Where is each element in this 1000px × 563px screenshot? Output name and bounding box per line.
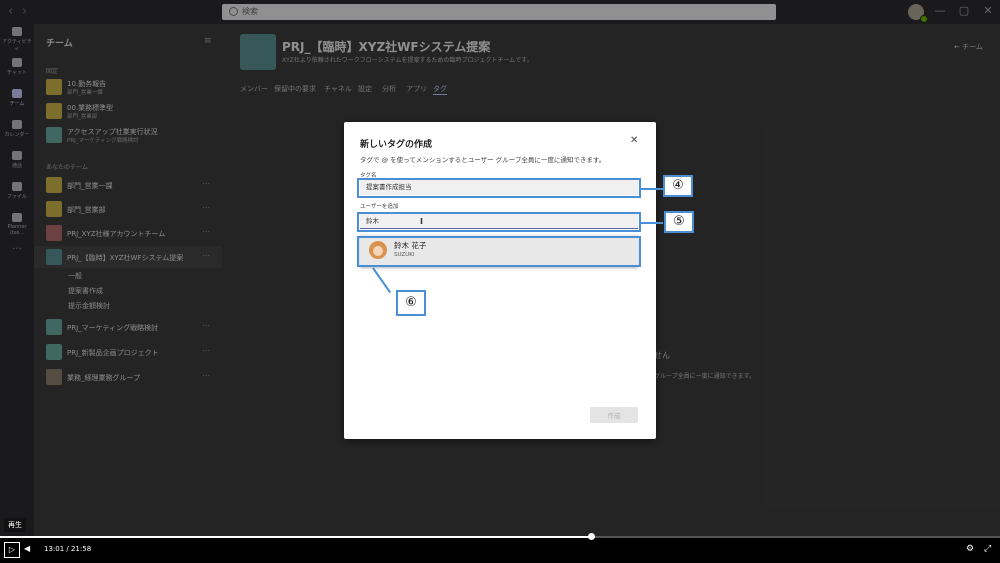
annotation-box-5 xyxy=(357,212,641,232)
add-user-label: ユーザーを追加 xyxy=(360,204,399,210)
volume-icon[interactable]: ◀ xyxy=(24,544,30,553)
annotation-number-6: ⑥ xyxy=(396,290,426,316)
annotation-line-4 xyxy=(641,188,663,190)
settings-gear-icon[interactable]: ⚙ xyxy=(966,544,974,554)
video-player-bar xyxy=(0,536,1000,563)
timecode: 13:01 / 21:58 xyxy=(44,545,92,553)
play-tooltip: 再生 xyxy=(4,518,26,532)
dialog-description: タグで @ を使ってメンションするとユーザー グループ全員に一度に通知できます。 xyxy=(360,156,606,164)
annotation-number-4: ④ xyxy=(663,175,693,197)
play-icon[interactable]: ▷ xyxy=(4,542,20,558)
annotation-line-5 xyxy=(641,222,663,224)
create-button[interactable]: 作成 xyxy=(590,407,638,423)
annotation-number-5: ⑤ xyxy=(664,211,694,233)
progress-handle[interactable] xyxy=(588,533,595,540)
create-tag-dialog: 新しいタグの作成 ✕ タグで @ を使ってメンションするとユーザー グループ全員… xyxy=(344,122,656,439)
dialog-title: 新しいタグの作成 xyxy=(360,140,433,150)
progress-fill xyxy=(0,536,592,538)
close-icon[interactable]: ✕ xyxy=(630,135,638,146)
annotation-box-4 xyxy=(357,178,641,198)
annotation-box-6 xyxy=(357,236,641,267)
fullscreen-icon[interactable]: ⤢ xyxy=(984,544,991,554)
